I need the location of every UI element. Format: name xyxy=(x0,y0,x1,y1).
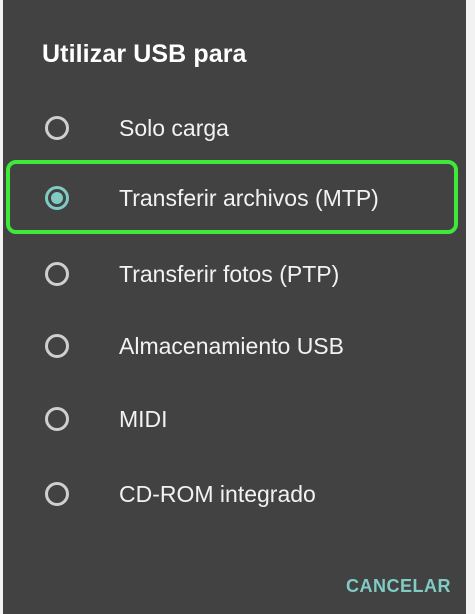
option-label: CD-ROM integrado xyxy=(119,481,316,507)
option-label: Solo carga xyxy=(119,115,229,141)
radio-unchecked-icon[interactable] xyxy=(45,482,69,506)
option-almacenamiento-usb[interactable]: Almacenamiento USB xyxy=(0,314,466,378)
radio-unchecked-icon[interactable] xyxy=(45,334,69,358)
radio-unchecked-icon[interactable] xyxy=(45,407,69,431)
radio-unchecked-icon[interactable] xyxy=(45,116,69,140)
option-transferir-fotos[interactable]: Transferir fotos (PTP) xyxy=(0,242,466,306)
option-label: Almacenamiento USB xyxy=(119,333,344,359)
option-solo-carga[interactable]: Solo carga xyxy=(0,96,466,160)
radio-checked-icon[interactable] xyxy=(45,186,69,210)
dialog-title: Utilizar USB para xyxy=(42,40,247,68)
right-edge xyxy=(466,0,475,614)
option-cd-rom-integrado[interactable]: CD-ROM integrado xyxy=(0,462,466,526)
option-label: MIDI xyxy=(119,406,168,432)
option-label: Transferir fotos (PTP) xyxy=(119,261,340,287)
option-midi[interactable]: MIDI xyxy=(0,387,466,451)
option-label: Transferir archivos (MTP) xyxy=(119,185,379,211)
radio-unchecked-icon[interactable] xyxy=(45,262,69,286)
option-transferir-archivos[interactable]: Transferir archivos (MTP) xyxy=(0,166,466,230)
cancel-button[interactable]: CANCELAR xyxy=(346,574,451,598)
usb-mode-dialog: Utilizar USB para Solo carga Transferir … xyxy=(0,0,475,614)
